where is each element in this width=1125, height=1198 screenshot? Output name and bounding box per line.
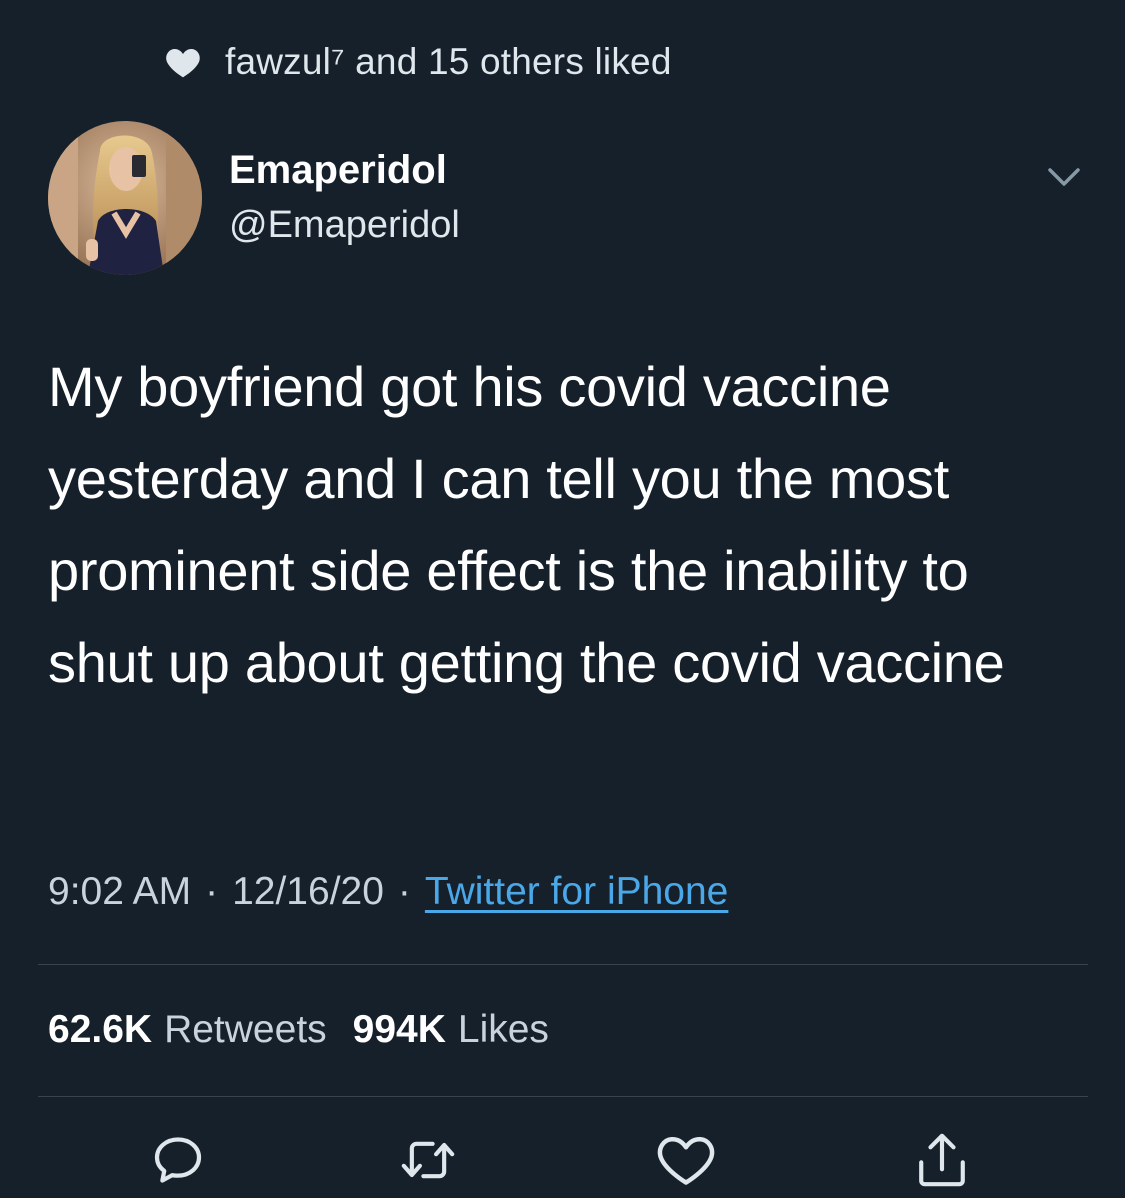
tweet-meta: 9:02 AM · 12/16/20 · Twitter for iPhone — [48, 862, 728, 922]
profile-photo — [48, 121, 202, 275]
author-info[interactable]: Emaperidol @Emaperidol — [229, 142, 460, 250]
handle[interactable]: @Emaperidol — [229, 200, 460, 250]
divider — [38, 1096, 1088, 1097]
heart-outline-icon[interactable] — [656, 1130, 716, 1190]
retweets-label[interactable]: Retweets — [164, 1008, 327, 1052]
tweet-time: 9:02 AM — [48, 870, 192, 913]
tweet-source-link[interactable]: Twitter for iPhone — [425, 870, 728, 914]
likes-count[interactable]: 994K — [353, 1008, 446, 1052]
display-name[interactable]: Emaperidol — [229, 142, 460, 198]
share-icon[interactable] — [912, 1130, 972, 1190]
social-context[interactable]: fawzul⁷ and 15 others liked — [165, 38, 672, 86]
tweet-date: 12/16/20 — [232, 870, 384, 913]
reply-icon[interactable] — [148, 1130, 208, 1190]
retweet-icon[interactable] — [398, 1130, 458, 1190]
action-bar — [0, 1130, 1125, 1190]
tweet-text: My boyfriend got his covid vaccine yeste… — [48, 355, 1005, 694]
social-context-text: fawzul⁷ and 15 others liked — [225, 41, 672, 82]
likes-label[interactable]: Likes — [458, 1008, 549, 1052]
heart-filled-icon — [165, 45, 201, 79]
meta-separator: · — [205, 870, 219, 913]
avatar[interactable] — [48, 121, 202, 275]
divider — [38, 964, 1088, 965]
retweets-count[interactable]: 62.6K — [48, 1008, 152, 1052]
tweet-stats: 62.6K Retweets 994K Likes — [48, 1000, 575, 1060]
meta-separator: · — [397, 870, 411, 913]
chevron-down-icon[interactable] — [1044, 162, 1084, 190]
